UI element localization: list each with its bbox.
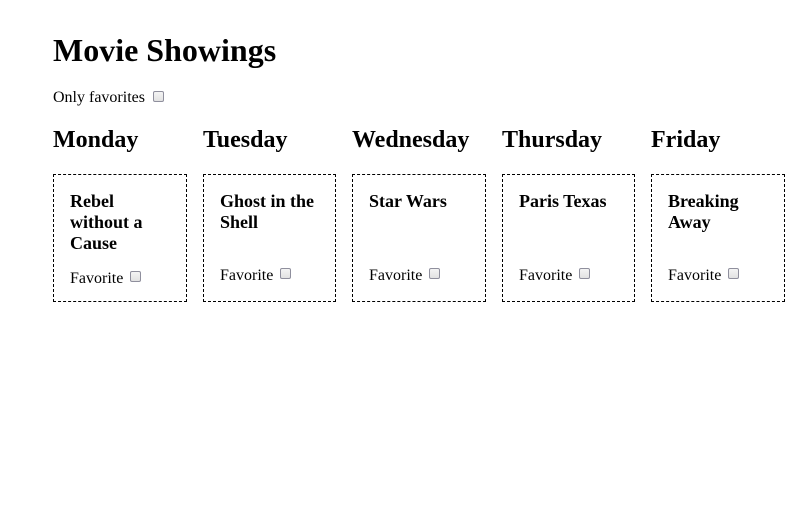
day-heading: Tuesday <box>203 127 288 153</box>
day-column-friday: Friday Breaking Away Favorite <box>651 124 785 302</box>
day-heading: Friday <box>651 127 721 153</box>
favorite-toggle: Favorite <box>220 266 292 286</box>
movie-title: Ghost in the Shell <box>220 191 315 232</box>
favorite-toggle: Favorite <box>668 266 740 286</box>
day-column-thursday: Thursday Paris Texas Favorite <box>502 124 636 302</box>
favorite-checkbox[interactable] <box>280 267 292 279</box>
movie-title: Breaking Away <box>668 191 739 232</box>
favorite-checkbox[interactable] <box>579 267 591 279</box>
movie-title: Paris Texas <box>519 191 607 211</box>
page-title: Movie Showings <box>53 32 277 68</box>
schedule-columns: Monday Rebel without a Cause Favorite Tu… <box>53 124 793 324</box>
day-column-tuesday: Tuesday Ghost in the Shell Favorite <box>203 124 337 302</box>
movie-title: Rebel without a Cause <box>70 191 143 253</box>
favorite-label: Favorite <box>369 267 423 284</box>
only-favorites-label: Only favorites <box>53 89 145 106</box>
day-heading: Wednesday <box>352 127 470 153</box>
movie-card: Star Wars Favorite <box>352 174 486 302</box>
day-column-wednesday: Wednesday Star Wars Favorite <box>352 124 486 302</box>
favorite-label: Favorite <box>519 267 573 284</box>
movie-card: Paris Texas Favorite <box>502 174 635 302</box>
favorite-toggle: Favorite <box>369 266 441 286</box>
favorite-label: Favorite <box>70 270 124 287</box>
favorite-checkbox[interactable] <box>728 267 740 279</box>
only-favorites-checkbox[interactable] <box>152 90 164 102</box>
movie-card: Breaking Away Favorite <box>651 174 785 302</box>
favorite-toggle: Favorite <box>70 269 142 289</box>
only-favorites-filter: Only favorites <box>53 88 164 108</box>
movie-card: Ghost in the Shell Favorite <box>203 174 336 302</box>
day-heading: Monday <box>53 127 139 153</box>
day-heading: Thursday <box>502 127 603 153</box>
favorite-label: Favorite <box>220 267 274 284</box>
movie-title: Star Wars <box>369 191 447 211</box>
favorite-checkbox[interactable] <box>429 267 441 279</box>
movie-card: Rebel without a Cause Favorite <box>53 174 187 302</box>
favorite-label: Favorite <box>668 267 722 284</box>
favorite-toggle: Favorite <box>519 266 591 286</box>
favorite-checkbox[interactable] <box>130 270 142 282</box>
day-column-monday: Monday Rebel without a Cause Favorite <box>53 124 187 302</box>
